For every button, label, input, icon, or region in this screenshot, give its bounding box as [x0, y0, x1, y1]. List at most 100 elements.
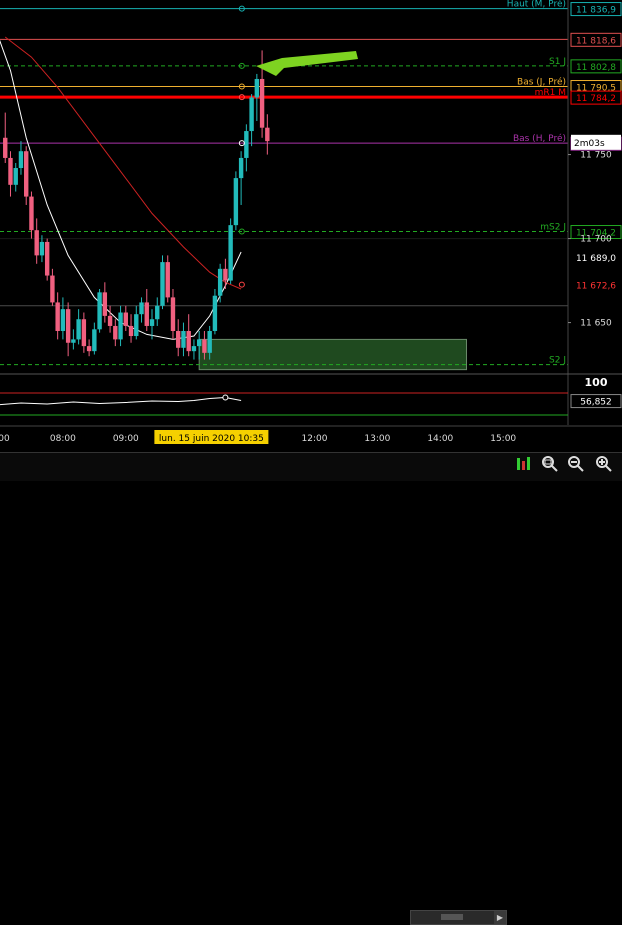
candle-body [50, 275, 55, 303]
candle-body [123, 312, 128, 326]
price-tag: 11 689,0 [576, 254, 616, 264]
price-level-label: mR1 M [535, 88, 566, 98]
oscillator-value-tag: 56,852 [580, 398, 612, 408]
candle-body [259, 78, 265, 128]
time-tick-label: 15:00 [490, 434, 516, 444]
price-level-label: Bas (J, Pré) [517, 77, 566, 88]
price-levels: Haut (M, Pré) S1 J Bas (J, Pré)mR1 M Bas (H… [0, 0, 568, 366]
oscillator-top-label: 100 [585, 376, 608, 389]
candle-body [76, 319, 81, 340]
candle-body [228, 225, 233, 281]
candle-body [60, 309, 66, 331]
time-axis: 00 08:00 09:00 12:00 13:00 14:00 15:00 lun. 15 … [0, 425, 622, 444]
scrollbar-thumb[interactable] [441, 914, 463, 920]
candle-body [128, 325, 134, 337]
candle-body [92, 329, 97, 352]
candle-body [134, 314, 139, 337]
timer-tag: 2m03s [574, 139, 605, 149]
candle-body [97, 292, 102, 330]
candle-body [65, 309, 71, 343]
time-tick-label: 13:00 [364, 434, 390, 444]
zoom-out-icon[interactable] [566, 455, 586, 475]
candle-body [165, 262, 170, 298]
price-level-tag: 11 836,9 [576, 6, 616, 16]
candle-body [29, 196, 34, 231]
green-zone-rect [198, 338, 468, 371]
candle-body [39, 241, 45, 256]
candle-body [44, 241, 50, 276]
candle-body [102, 292, 108, 316]
candle-body [249, 97, 254, 132]
candle-body [212, 295, 218, 331]
candle-body [223, 268, 228, 281]
candle-body [196, 339, 202, 347]
candle-body [170, 297, 176, 331]
candle-body [217, 268, 223, 296]
price-axis: 11 836,911 818,611 802,811 790,511 784,2… [567, 0, 622, 425]
price-level-label: S1 J [549, 57, 566, 67]
moving-average-line [0, 39, 242, 340]
crosshair-time-label: lun. 15 juin 2020 10:35 [159, 434, 264, 444]
candle-body [13, 168, 18, 185]
price-level-tag: 11 784,2 [576, 94, 616, 104]
candle-body [81, 319, 87, 347]
candle-body [86, 346, 92, 352]
horizontal-scrollbar[interactable]: ▶ [410, 910, 507, 925]
price-level-label: Bas (H, Pré) [513, 133, 566, 144]
price-level-label: Haut (M, Pré) [507, 0, 566, 10]
price-level-tag: 11 818,6 [576, 36, 616, 46]
level-markers [238, 5, 245, 288]
price-level-label: mS2 J [540, 223, 566, 233]
zoom-in-icon[interactable] [594, 455, 614, 475]
candle-body [160, 262, 165, 306]
time-tick-label: 14:00 [427, 434, 453, 444]
candle-body [24, 151, 29, 197]
candle-body [244, 131, 249, 158]
candle-body [186, 330, 191, 352]
scroll-right-arrow-icon[interactable]: ▶ [494, 911, 506, 924]
y-tick-label: 11 650 [580, 319, 612, 329]
green-arrow-annotation [256, 51, 358, 76]
y-tick-label: 11 750 [580, 151, 612, 161]
candle-body [18, 151, 24, 169]
candle-body [265, 127, 270, 142]
trading-chart[interactable]: Haut (M, Pré) S1 J Bas (J, Pré) mR1 M Bas (H… [0, 0, 622, 925]
candle-body [8, 157, 13, 185]
candle-body [155, 305, 160, 320]
candle-body [191, 346, 197, 352]
candle-body [118, 312, 123, 340]
time-tick-label: 08:00 [50, 434, 76, 444]
zoom-fit-icon[interactable] [514, 455, 534, 475]
candle-body [207, 330, 212, 353]
candle-body [34, 230, 39, 256]
time-tick-label: 12:00 [302, 434, 328, 444]
candle-body [71, 339, 76, 343]
price-zone [198, 338, 468, 371]
candle-body [144, 302, 149, 326]
candle-body [202, 339, 207, 353]
price-tag: 11 672,6 [576, 282, 616, 292]
time-tick-label: 00 [0, 434, 10, 444]
candle-body [139, 302, 144, 315]
candle-body [3, 137, 8, 158]
candle-body [233, 178, 239, 226]
zoom-select-icon[interactable] [540, 455, 560, 475]
oscillator-line [0, 396, 242, 406]
level-marker-circle [238, 281, 245, 288]
candle-body [107, 315, 113, 326]
moving-averages [0, 36, 242, 340]
price-level-label: S2 J [549, 356, 566, 366]
price-level-tag: 11 802,8 [576, 63, 616, 73]
candle-body [113, 325, 118, 340]
time-tick-label: 09:00 [113, 434, 139, 444]
candle-body [254, 78, 260, 98]
candle-body [55, 302, 60, 331]
oscillator-panel: 100 56,852 [0, 373, 622, 416]
candle-body [176, 330, 181, 348]
y-tick-label: 11 700 [580, 235, 612, 245]
candle-body [238, 157, 244, 179]
candle-body [181, 330, 186, 348]
price-chart-svg[interactable]: Haut (M, Pré) S1 J Bas (J, Pré)mR1 M Bas (H… [0, 0, 622, 452]
oscillator-marker [222, 394, 229, 401]
candle-body [149, 319, 155, 326]
